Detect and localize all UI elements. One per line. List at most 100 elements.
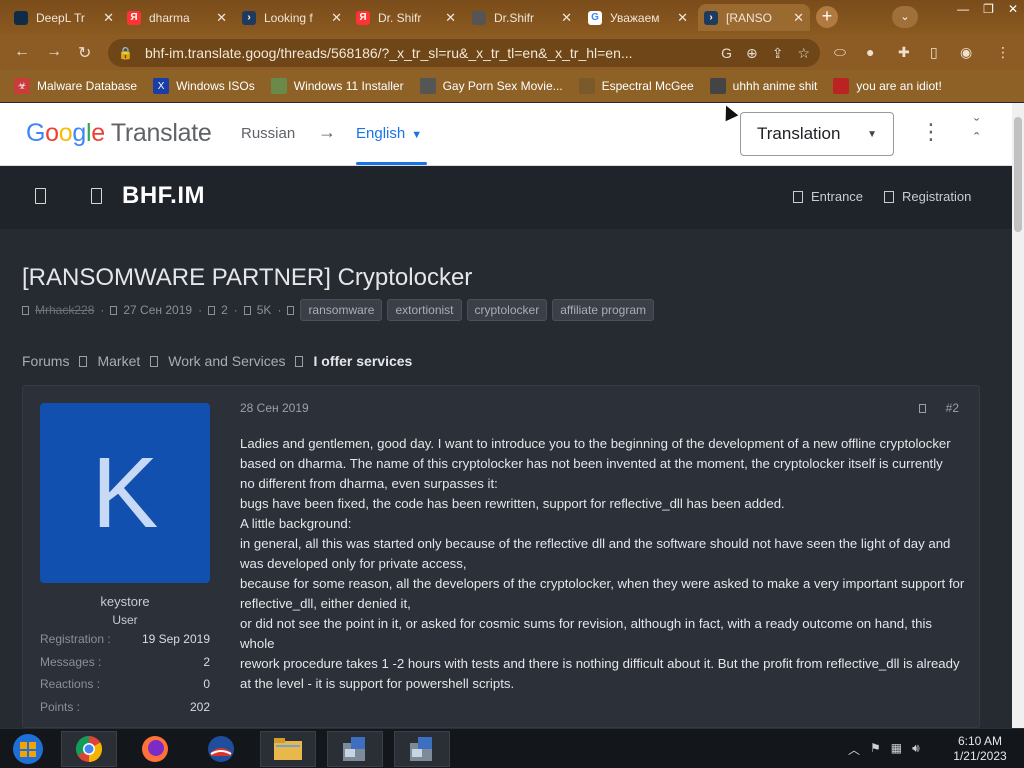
site-logo-icon	[91, 188, 102, 204]
tab-title: DeepL Tr	[36, 10, 85, 25]
profile-avatar[interactable]: ◉	[960, 44, 972, 61]
post-date[interactable]: 28 Сен 2019	[240, 401, 309, 415]
user-stat-value: 0	[203, 677, 210, 691]
close-tab-icon[interactable]: ✕	[561, 10, 572, 26]
close-tab-icon[interactable]: ✕	[793, 10, 804, 26]
breadcrumb-item[interactable]: Forums	[22, 353, 69, 369]
close-tab-icon[interactable]: ✕	[331, 10, 342, 26]
bookmark-item[interactable]: you are an idiot!	[833, 78, 942, 94]
clock[interactable]: 6:10 AM 1/21/2023	[944, 734, 1016, 764]
tab-title: Dr.Shifr	[494, 10, 535, 25]
menu-toggle-icon[interactable]	[35, 188, 46, 204]
side-panel-icon[interactable]: ▯	[930, 44, 938, 61]
post-line: no different from dharma, even surpasses…	[240, 476, 498, 491]
target-language: English	[356, 125, 406, 142]
scrollbar-thumb[interactable]	[1014, 117, 1022, 232]
bookmark-item[interactable]: ☣ Malware Database	[14, 78, 137, 94]
minimize-button[interactable]: —	[957, 2, 969, 16]
firefox-taskbar-icon[interactable]	[127, 731, 183, 767]
flag-icon	[833, 78, 850, 94]
page-scrollbar[interactable]	[1012, 103, 1024, 728]
bookmark-icon[interactable]	[918, 403, 926, 413]
terminal-icon: ›	[242, 10, 256, 25]
breadcrumb-item[interactable]: Work and Services	[168, 353, 285, 369]
lock-icon[interactable]: 🔒	[118, 46, 133, 60]
bookmark-item[interactable]: Windows 11 Installer	[270, 78, 404, 94]
start-button[interactable]	[0, 731, 56, 767]
source-language[interactable]: Russian	[241, 125, 295, 142]
browser-tab[interactable]: Яdharma ✕	[121, 4, 233, 31]
tag-badge[interactable]: extortionist	[387, 299, 462, 321]
bookmark-item[interactable]: Espectral McGee	[578, 78, 694, 94]
face-icon	[709, 78, 726, 94]
author-icon	[22, 305, 29, 315]
post-line: based on dharma. The name of this crypto…	[240, 456, 943, 471]
browser-tab[interactable]: DeepL Tr ✕	[8, 4, 120, 31]
forward-button[interactable]: →	[46, 43, 62, 61]
bookmark-item[interactable]: Gay Porn Sex Movie...	[419, 78, 563, 94]
browser-tab[interactable]: › [RANSO ✕	[698, 4, 810, 31]
close-tab-icon[interactable]: ✕	[445, 10, 456, 26]
register-link[interactable]: Registration	[884, 189, 971, 204]
separator: ·	[233, 303, 238, 317]
menu-icon[interactable]: ⋮	[996, 44, 1010, 61]
extension-icon[interactable]: ●	[866, 44, 874, 60]
reload-button[interactable]: ↻	[78, 43, 91, 63]
tag-badge[interactable]: ransomware	[300, 299, 383, 321]
bookmark-item[interactable]: X Windows ISOs	[153, 78, 255, 94]
installer-app-icon-2[interactable]	[394, 731, 450, 767]
breadcrumb-item[interactable]: I offer services	[313, 353, 412, 369]
close-tab-icon[interactable]: ✕	[677, 10, 688, 26]
thread-author[interactable]: Mrhack228	[35, 303, 94, 317]
back-button[interactable]: ←	[14, 43, 30, 61]
user-stat-label: Points :	[40, 699, 81, 714]
bookmark-star-icon[interactable]: ☆	[797, 45, 810, 62]
avatar[interactable]: K	[40, 403, 210, 583]
google-lens-icon[interactable]: G	[721, 45, 732, 61]
tag-badge[interactable]: affiliate program	[552, 299, 655, 321]
replies-icon	[208, 305, 216, 315]
file-explorer-icon[interactable]	[260, 731, 316, 767]
obama-app-icon[interactable]	[193, 731, 249, 767]
browser-tab[interactable]: G Уважаем ✕	[582, 4, 694, 31]
browser-tab[interactable]: Dr.Shifr ✕	[466, 4, 578, 31]
new-tab-button[interactable]: +	[816, 6, 838, 28]
tag-badge[interactable]: cryptolocker	[466, 299, 548, 321]
post-number[interactable]: #2	[946, 401, 959, 415]
target-language-dropdown[interactable]: English ▼	[356, 125, 422, 142]
flag-icon[interactable]: ⚑	[870, 741, 881, 758]
close-window-button[interactable]: ✕	[1008, 2, 1018, 16]
collapse-icon[interactable]: ˇˆ	[974, 118, 979, 148]
google-translate-bar: Google Translate Russian → English ▼ Trans…	[0, 103, 1012, 166]
volume-icon[interactable]: 🔊︎	[912, 741, 920, 758]
close-tab-icon[interactable]: ✕	[103, 10, 114, 26]
separator: ·	[198, 303, 203, 317]
bookmark-item[interactable]: uhhh anime shit	[709, 78, 817, 94]
post-username[interactable]: keystore	[40, 594, 210, 609]
site-name[interactable]: BHF.IM	[122, 182, 205, 210]
installer-app-icon[interactable]	[327, 731, 383, 767]
terminal-icon: ›	[704, 10, 718, 25]
post-line: in general, all this was started only be…	[240, 536, 951, 571]
network-icon[interactable]: ▦	[891, 741, 902, 758]
more-options-icon[interactable]: ⋮	[920, 121, 942, 143]
show-hidden-icons-icon[interactable]: ︿	[848, 741, 860, 758]
translation-mode-select[interactable]: Translation ▼	[740, 112, 894, 156]
post-number-area: #2	[918, 401, 959, 415]
browser-tab[interactable]: Я Dr. Shifr ✕	[350, 4, 462, 31]
chrome-taskbar-icon[interactable]	[61, 731, 117, 767]
tab-title: Уважаем	[610, 10, 660, 25]
forum-post: K keystore User Registration : 19 Sep 201…	[22, 385, 980, 728]
address-bar[interactable]: 🔒 bhf-im.translate.goog/threads/568186/?…	[108, 39, 820, 67]
maximize-button[interactable]: ❐	[983, 2, 994, 16]
chevron-down-icon: ▼	[411, 129, 423, 141]
puzzle-icon[interactable]: ✚	[898, 44, 910, 61]
translate-extension-icon[interactable]: ⬭	[834, 44, 846, 61]
close-tab-icon[interactable]: ✕	[216, 10, 227, 26]
breadcrumb-item[interactable]: Market	[97, 353, 140, 369]
browser-tab[interactable]: › Looking f ✕	[236, 4, 348, 31]
tab-search-button[interactable]: ⌄	[892, 6, 918, 28]
share-icon[interactable]: ⇪	[772, 45, 784, 62]
zoom-icon[interactable]: ⊕	[746, 45, 758, 62]
login-link[interactable]: Entrance	[793, 189, 863, 204]
